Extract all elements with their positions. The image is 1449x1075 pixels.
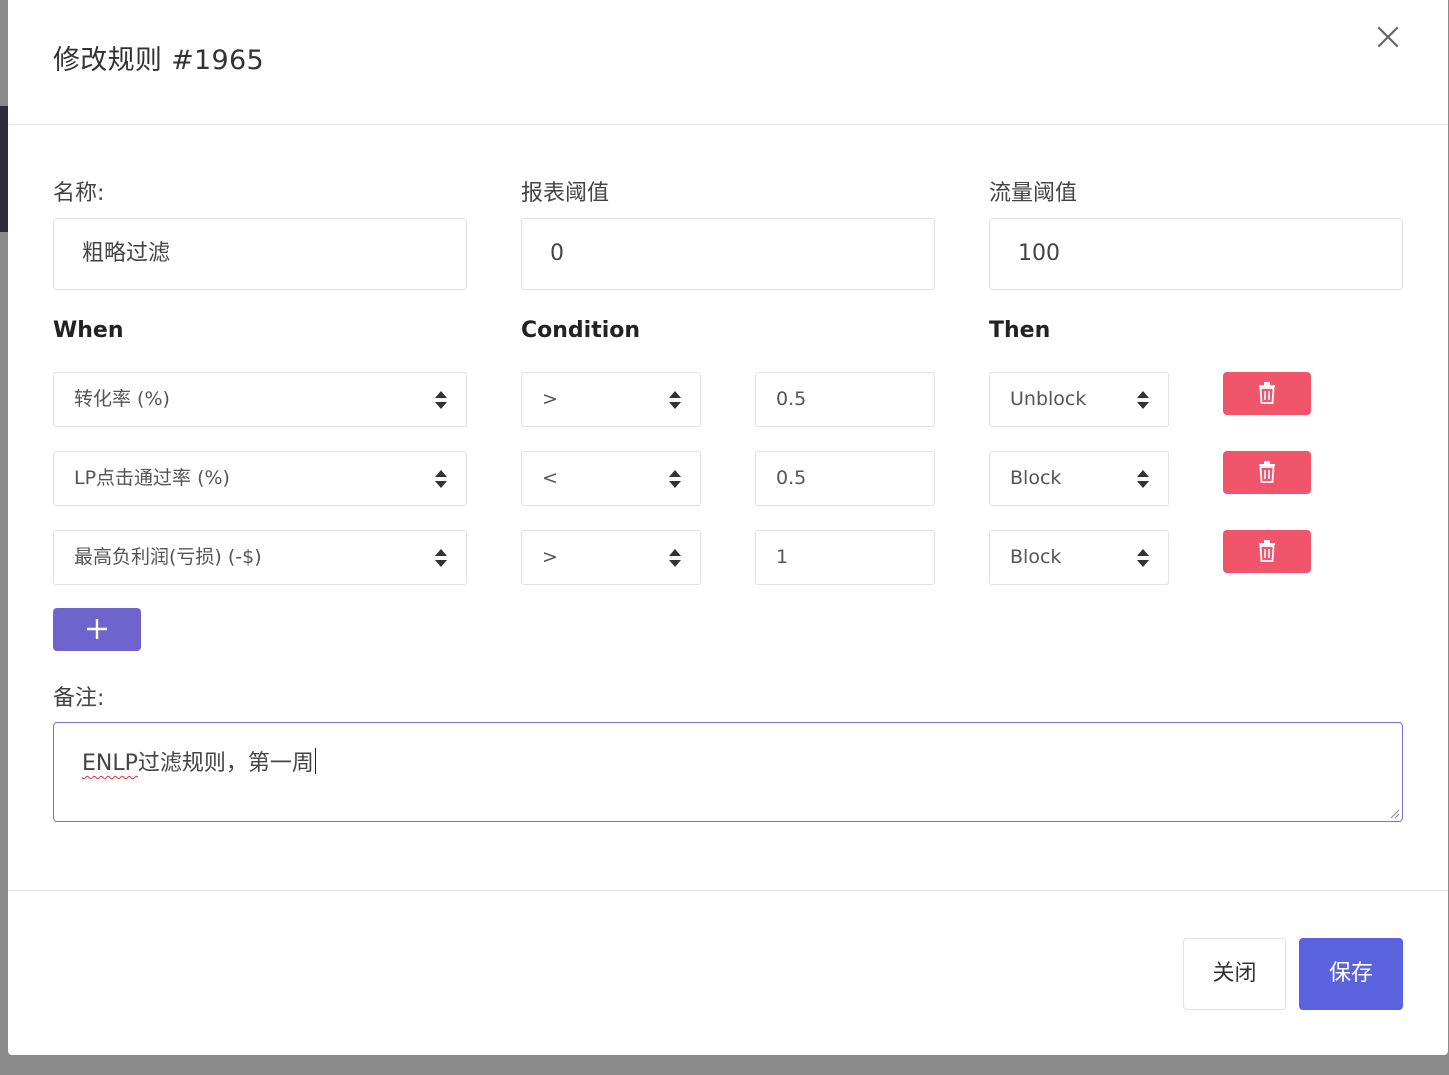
name-input[interactable]: 粗略过滤 — [53, 218, 467, 290]
when-select[interactable]: 最高负利润(亏损) (-$) — [53, 530, 467, 585]
when-header: When — [53, 318, 124, 343]
delete-rule-button[interactable] — [1223, 372, 1311, 415]
add-rule-button[interactable] — [53, 608, 141, 651]
trash-icon — [1259, 540, 1275, 562]
operator-select[interactable]: > — [521, 372, 701, 427]
save-button[interactable]: 保存 — [1299, 938, 1403, 1010]
plus-icon — [87, 619, 107, 639]
condition-value-input[interactable]: 1 — [755, 530, 935, 585]
when-select[interactable]: 转化率 (%) — [53, 372, 467, 427]
trash-icon — [1259, 461, 1275, 483]
text-caret — [314, 748, 316, 774]
page-backdrop — [0, 106, 8, 232]
operator-select-value: > — [542, 388, 558, 410]
notes-textarea[interactable]: ENLP过滤规则，第一周 — [53, 722, 1403, 822]
sort-arrows-icon — [435, 391, 447, 409]
notes-value-prefix: ENLP — [82, 751, 138, 776]
close-icon — [1377, 26, 1399, 48]
sort-arrows-icon — [669, 549, 681, 567]
close-button[interactable]: 关闭 — [1183, 938, 1286, 1010]
notes-value-rest: 过滤规则，第一周 — [137, 751, 314, 776]
condition-value-input[interactable]: 0.5 — [755, 372, 935, 427]
sort-arrows-icon — [669, 391, 681, 409]
then-select-value: Unblock — [1010, 388, 1087, 410]
sort-arrows-icon — [1137, 549, 1149, 567]
close-modal-button[interactable] — [1371, 20, 1405, 54]
then-select-value: Block — [1010, 467, 1062, 489]
then-select-value: Block — [1010, 546, 1062, 568]
then-select[interactable]: Block — [989, 451, 1169, 506]
delete-rule-button[interactable] — [1223, 451, 1311, 494]
sort-arrows-icon — [669, 470, 681, 488]
sort-arrows-icon — [1137, 391, 1149, 409]
operator-select-value: < — [542, 467, 558, 489]
traffic-threshold-label: 流量阈值 — [989, 181, 1078, 206]
traffic-threshold-input[interactable]: 100 — [989, 218, 1403, 290]
when-select-value: LP点击通过率 (%) — [74, 467, 230, 489]
name-label: 名称: — [53, 181, 105, 206]
modal-header: 修改规则 #1965 — [8, 0, 1448, 125]
report-threshold-label: 报表阈值 — [521, 181, 610, 206]
when-select[interactable]: LP点击通过率 (%) — [53, 451, 467, 506]
condition-value-input[interactable]: 0.5 — [755, 451, 935, 506]
then-select[interactable]: Unblock — [989, 372, 1169, 427]
notes-label: 备注: — [53, 686, 105, 711]
delete-rule-button[interactable] — [1223, 530, 1311, 573]
footer-divider — [8, 890, 1448, 891]
operator-select[interactable]: < — [521, 451, 701, 506]
edit-rule-modal: 修改规则 #1965 名称: 粗略过滤 报表阈值 0 流量阈值 100 When… — [8, 0, 1448, 1055]
sort-arrows-icon — [435, 549, 447, 567]
sort-arrows-icon — [1137, 470, 1149, 488]
when-select-value: 转化率 (%) — [74, 388, 170, 410]
trash-icon — [1259, 382, 1275, 404]
then-header: Then — [989, 318, 1051, 343]
resize-grip-icon[interactable] — [1390, 809, 1400, 819]
report-threshold-input[interactable]: 0 — [521, 218, 935, 290]
when-select-value: 最高负利润(亏损) (-$) — [74, 546, 262, 568]
condition-header: Condition — [521, 318, 641, 343]
sort-arrows-icon — [435, 470, 447, 488]
operator-select-value: > — [542, 546, 558, 568]
then-select[interactable]: Block — [989, 530, 1169, 585]
modal-title: 修改规则 #1965 — [53, 45, 264, 76]
operator-select[interactable]: > — [521, 530, 701, 585]
